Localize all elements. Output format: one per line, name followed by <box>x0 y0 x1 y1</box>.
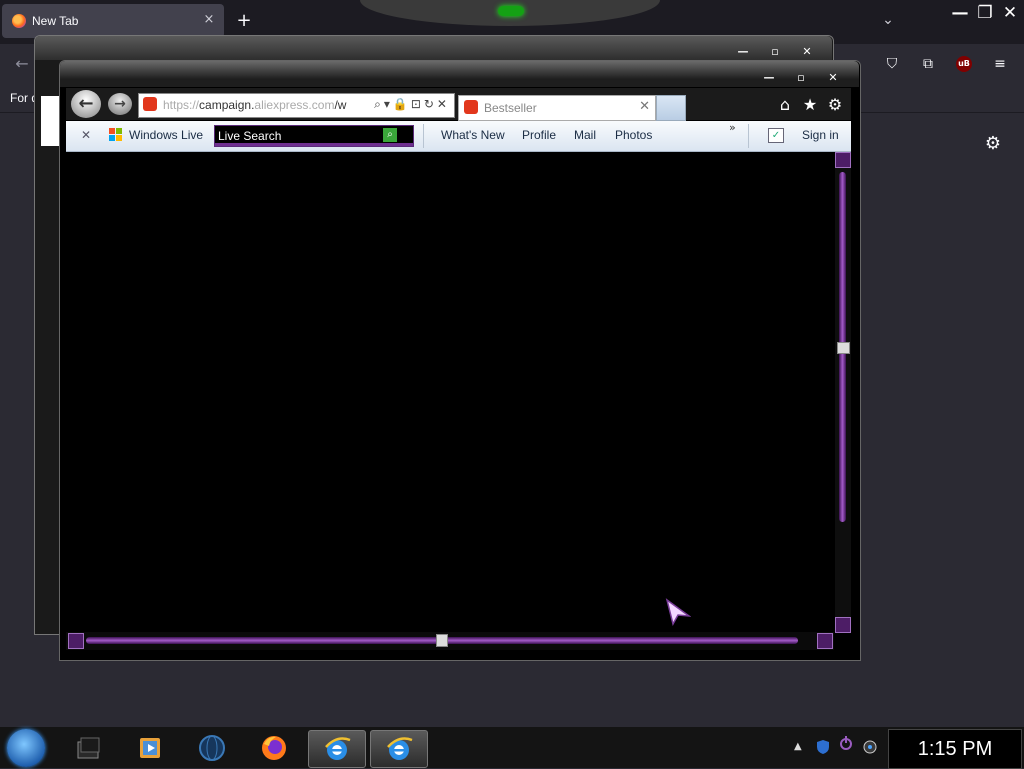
list-all-tabs-icon[interactable]: ⌄ <box>878 12 898 32</box>
middle-window-content-edge <box>41 96 61 146</box>
site-favicon-icon <box>143 97 157 111</box>
profile-link[interactable]: Profile <box>522 128 556 142</box>
security-shield-icon[interactable] <box>816 739 830 755</box>
more-chevron-icon[interactable]: » <box>729 121 736 134</box>
divider <box>423 124 424 148</box>
status-light <box>498 6 524 16</box>
taskbar-app-firefox[interactable] <box>246 730 302 766</box>
ie-right-buttons: ⌂ ★ ⚙ <box>770 92 850 118</box>
mail-link[interactable]: Mail <box>574 128 596 142</box>
scroll-right-button[interactable] <box>817 633 833 649</box>
windows-live-link[interactable]: Windows Live <box>129 128 203 142</box>
taskbar-app-internet-explorer[interactable] <box>308 730 366 768</box>
home-icon[interactable]: ⌂ <box>774 95 796 115</box>
clock-time: 1:15 PM <box>917 738 993 760</box>
site-favicon-icon <box>464 100 478 114</box>
stacked-window-icon <box>77 737 100 759</box>
taskbar-app-internet-explorer-2[interactable] <box>370 730 428 768</box>
favorites-star-icon[interactable]: ★ <box>799 95 821 115</box>
checkbox-icon[interactable]: ✓ <box>768 128 784 143</box>
close-window-button[interactable]: ✕ <box>794 44 820 60</box>
tab-title: Bestseller <box>484 101 537 115</box>
search-value: Live Search <box>218 129 282 143</box>
start-button[interactable] <box>7 729 45 767</box>
whats-new-link[interactable]: What's New <box>441 128 505 142</box>
address-bar[interactable]: https://campaign.aliexpress.com/w ⌕▾🔒⊡↻✕ <box>138 93 455 118</box>
firefox-tab-new-tab[interactable]: New Tab × <box>2 4 224 38</box>
search-go-icon[interactable]: ⌕ <box>383 128 397 142</box>
maximize-button[interactable]: ▫ <box>788 70 814 86</box>
minimize-button[interactable]: — <box>948 2 972 24</box>
tab-title: New Tab <box>32 14 79 28</box>
taskbar-app-globe[interactable] <box>184 730 240 766</box>
windows-logo-icon <box>109 128 123 142</box>
close-window-button[interactable]: ✕ <box>820 70 846 86</box>
internet-explorer-icon <box>325 737 351 760</box>
vertical-scroll-thumb[interactable] <box>837 342 850 354</box>
extensions-icon[interactable]: ⧉ <box>918 54 938 74</box>
pocket-icon[interactable]: ⛉ <box>882 54 902 74</box>
firefox-window-controls: — ❐ ✕ <box>946 0 1024 26</box>
show-hidden-icons[interactable]: ▲ <box>794 741 802 752</box>
firefox-icon <box>262 736 286 760</box>
power-icon[interactable] <box>838 735 854 751</box>
system-tray: ▲ <box>788 729 888 768</box>
close-window-button[interactable]: ✕ <box>998 2 1022 24</box>
forward-button[interactable]: → <box>108 93 132 115</box>
close-toolbar-icon[interactable]: ✕ <box>81 128 91 142</box>
scroll-up-button[interactable] <box>835 152 851 168</box>
horizontal-scrollbar[interactable] <box>66 632 834 650</box>
settings-gear-icon[interactable]: ⚙ <box>982 133 1004 155</box>
middle-window-titlebar[interactable] <box>35 36 832 60</box>
minimize-button[interactable]: — <box>730 44 756 60</box>
vertical-scrollbar[interactable] <box>835 152 851 633</box>
scroll-left-button[interactable] <box>68 633 84 649</box>
firefox-icon <box>12 14 26 28</box>
taskbar-clock[interactable]: 1:15 PM <box>888 729 1022 769</box>
ie-titlebar[interactable] <box>60 61 859 87</box>
maximize-button[interactable]: ▫ <box>762 44 788 60</box>
address-text: https://campaign.aliexpress.com/w <box>163 98 347 112</box>
back-button[interactable]: ← <box>12 54 32 74</box>
ublock-icon[interactable]: uB <box>956 56 972 72</box>
close-tab-icon[interactable]: ✕ <box>639 99 650 114</box>
globe-icon <box>199 735 225 761</box>
address-tools-icons[interactable]: ⌕▾🔒⊡↻✕ <box>374 97 450 112</box>
restore-button[interactable]: ❐ <box>973 2 997 24</box>
new-tab-button[interactable] <box>656 95 686 121</box>
menu-icon[interactable]: ≡ <box>990 54 1010 74</box>
ie-window-controls: — ▫ ✕ <box>756 70 856 86</box>
back-button[interactable]: ← <box>71 90 101 118</box>
media-player-icon <box>140 738 160 758</box>
photos-link[interactable]: Photos <box>615 128 652 142</box>
network-icon[interactable] <box>862 739 878 755</box>
mouse-cursor-icon <box>665 598 691 626</box>
tab-bestseller[interactable]: Bestseller ✕ <box>458 95 656 121</box>
scroll-down-button[interactable] <box>835 617 851 633</box>
new-tab-button[interactable]: + <box>234 11 254 33</box>
tools-gear-icon[interactable]: ⚙ <box>824 95 846 115</box>
middle-window-controls: — ▫ ✕ <box>730 44 826 60</box>
divider <box>748 124 749 148</box>
horizontal-scroll-thumb[interactable] <box>436 634 448 647</box>
taskbar-app-stacked-window[interactable] <box>60 730 116 766</box>
live-search-input[interactable]: Live Search ⌕ <box>214 125 414 147</box>
sign-in-link[interactable]: Sign in <box>802 128 839 142</box>
minimize-button[interactable]: — <box>756 70 782 86</box>
internet-explorer-icon <box>387 737 413 760</box>
close-tab-icon[interactable]: × <box>200 11 218 29</box>
taskbar-app-media-player[interactable] <box>122 730 178 766</box>
